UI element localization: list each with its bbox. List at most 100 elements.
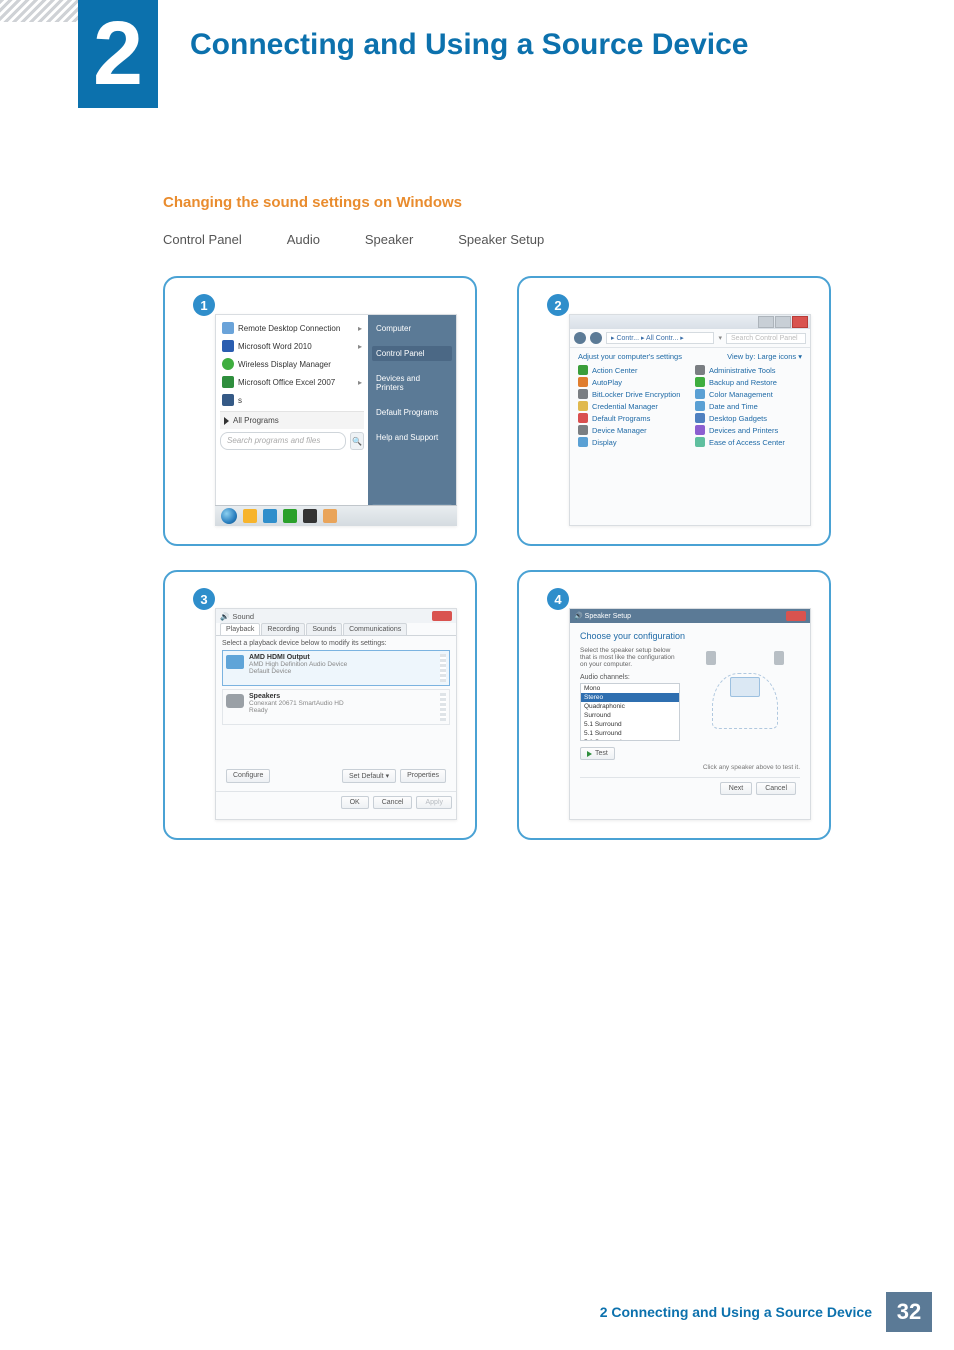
cp-item[interactable]: Action Center: [578, 365, 685, 375]
cp-item[interactable]: AutoPlay: [578, 377, 685, 387]
start-menu-item[interactable]: Wireless Display Manager: [220, 355, 364, 373]
address-crumb[interactable]: ▸ Contr... ▸ All Contr... ▸: [606, 332, 714, 344]
screenshot-sound-dialog: 🔊Sound Playback Recording Sounds Communi…: [215, 608, 457, 820]
list-item[interactable]: Quadraphonic: [581, 702, 679, 711]
cp-item[interactable]: Date and Time: [695, 401, 802, 411]
app-icon: [222, 340, 234, 352]
start-right-item[interactable]: Devices and Printers: [372, 371, 452, 395]
window-title: Sound: [232, 612, 254, 621]
playback-device[interactable]: AMD HDMI Output AMD High Definition Audi…: [222, 650, 450, 686]
all-programs-button[interactable]: All Programs: [220, 411, 364, 429]
cp-item[interactable]: Devices and Printers: [695, 425, 802, 435]
taskbar-app-icon[interactable]: [303, 509, 317, 523]
chevron-right-icon: ▸: [358, 342, 362, 351]
screenshot-start-menu: Remote Desktop Connection▸ Microsoft Wor…: [215, 314, 457, 526]
monitor-icon: [730, 677, 760, 697]
cp-item[interactable]: Device Manager: [578, 425, 685, 435]
audio-channels-listbox[interactable]: Mono Stereo Quadraphonic Surround 5.1 Su…: [580, 683, 680, 741]
tab-sounds[interactable]: Sounds: [306, 623, 342, 635]
speaker-icon: [226, 694, 244, 708]
default-programs-icon: [578, 413, 588, 423]
viewby-dropdown[interactable]: View by: Large icons ▾: [727, 352, 802, 361]
step-panel-3: 3 🔊Sound Playback Recording Sounds Commu…: [163, 570, 477, 840]
start-menu-item[interactable]: Remote Desktop Connection▸: [220, 319, 364, 337]
list-item[interactable]: Mono: [581, 684, 679, 693]
page-number: 32: [886, 1292, 932, 1332]
start-right-item-selected[interactable]: Control Panel: [372, 346, 452, 361]
search-input[interactable]: Search Control Panel: [726, 333, 806, 344]
color-icon: [695, 389, 705, 399]
window-titlebar: 🔊 Speaker Setup: [570, 609, 810, 623]
start-right-item[interactable]: Computer: [372, 321, 452, 336]
nav-forward-icon[interactable]: [590, 332, 602, 344]
cp-item[interactable]: Default Programs: [578, 413, 685, 423]
apply-button[interactable]: Apply: [416, 796, 452, 809]
cp-item[interactable]: Color Management: [695, 389, 802, 399]
minimize-button[interactable]: [758, 316, 774, 328]
list-item-selected[interactable]: Stereo: [581, 693, 679, 702]
taskbar-app-icon[interactable]: [243, 509, 257, 523]
close-button[interactable]: [792, 316, 808, 328]
start-menu-item[interactable]: Microsoft Office Excel 2007▸: [220, 373, 364, 391]
speaker-left-icon[interactable]: [706, 651, 716, 665]
cp-item[interactable]: Ease of Access Center: [695, 437, 802, 447]
start-search-input[interactable]: Search programs and files: [220, 432, 346, 450]
start-orb-icon[interactable]: [221, 508, 237, 524]
cancel-button[interactable]: Cancel: [373, 796, 413, 809]
next-button[interactable]: Next: [720, 782, 752, 795]
step-panel-2: 2 ▸ Contr... ▸ All Contr... ▸ ▾ Search C…: [517, 276, 831, 546]
cp-item-label: Ease of Access Center: [709, 438, 785, 447]
device-state: Default Device: [249, 668, 347, 675]
nav-back-icon[interactable]: [574, 332, 586, 344]
taskbar-app-icon[interactable]: [323, 509, 337, 523]
cp-item-label: Administrative Tools: [709, 366, 776, 375]
close-button[interactable]: [786, 611, 806, 621]
cancel-button[interactable]: Cancel: [756, 782, 796, 795]
list-item[interactable]: 5.1 Surround: [581, 720, 679, 729]
cp-item-label: Color Management: [709, 390, 773, 399]
cp-item[interactable]: BitLocker Drive Encryption: [578, 389, 685, 399]
cp-item-label: BitLocker Drive Encryption: [592, 390, 680, 399]
device-sub: AMD High Definition Audio Device: [249, 661, 347, 668]
list-item[interactable]: 5.1 Surround: [581, 738, 679, 741]
speaker-right-icon[interactable]: [774, 651, 784, 665]
window-title: Speaker Setup: [585, 613, 631, 620]
tab-communications[interactable]: Communications: [343, 623, 407, 635]
device-name: AMD HDMI Output: [249, 654, 347, 661]
cp-item[interactable]: Desktop Gadgets: [695, 413, 802, 423]
maximize-button[interactable]: [775, 316, 791, 328]
ease-access-icon: [695, 437, 705, 447]
playback-device[interactable]: Speakers Conexant 20671 SmartAudio HD Re…: [222, 689, 450, 725]
cp-item[interactable]: Backup and Restore: [695, 377, 802, 387]
start-right-item[interactable]: Help and Support: [372, 430, 452, 445]
close-button[interactable]: [432, 611, 452, 621]
ok-button[interactable]: OK: [341, 796, 369, 809]
start-menu-label: s: [238, 396, 242, 405]
start-right-item[interactable]: Default Programs: [372, 405, 452, 420]
cp-item[interactable]: Display: [578, 437, 685, 447]
chevron-right-icon: [332, 232, 354, 247]
list-item[interactable]: Surround: [581, 711, 679, 720]
tab-playback[interactable]: Playback: [220, 623, 260, 635]
tab-recording[interactable]: Recording: [261, 623, 305, 635]
search-icon[interactable]: 🔍: [350, 432, 364, 450]
step-badge: 1: [193, 294, 215, 316]
level-meter-icon: [440, 654, 446, 682]
start-menu-item[interactable]: Microsoft Word 2010▸: [220, 337, 364, 355]
test-label: Test: [595, 750, 608, 757]
cp-item[interactable]: Credential Manager: [578, 401, 685, 411]
configure-button[interactable]: Configure: [226, 769, 270, 783]
taskbar-app-icon[interactable]: [263, 509, 277, 523]
set-default-button[interactable]: Set Default ▾: [342, 769, 396, 783]
start-menu-item[interactable]: s: [220, 391, 364, 409]
chevron-right-icon: ▸: [358, 324, 362, 333]
cp-header: Adjust your computer's settings: [578, 352, 682, 361]
properties-button[interactable]: Properties: [400, 769, 446, 783]
cp-item[interactable]: Administrative Tools: [695, 365, 802, 375]
device-name: Speakers: [249, 693, 344, 700]
test-button[interactable]: Test: [580, 747, 615, 760]
breadcrumb: Control Panel Audio Speaker Speaker Setu…: [163, 232, 544, 247]
screenshot-control-panel: ▸ Contr... ▸ All Contr... ▸ ▾ Search Con…: [569, 314, 811, 526]
taskbar-app-icon[interactable]: [283, 509, 297, 523]
list-item[interactable]: 5.1 Surround: [581, 729, 679, 738]
